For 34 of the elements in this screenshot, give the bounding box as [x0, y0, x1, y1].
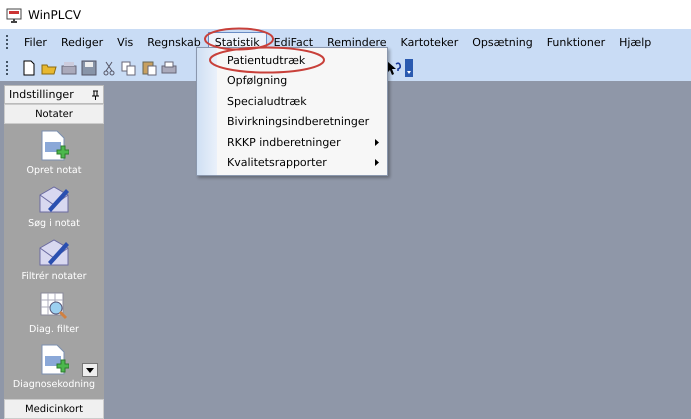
menu-item[interactable]: Funktioner [540, 32, 612, 52]
dropdown-item[interactable]: Patientudtræk [217, 50, 387, 70]
section-header[interactable]: Notater [4, 104, 104, 124]
scroll-down-button[interactable] [82, 363, 98, 377]
dropdown-item[interactable]: Opfølgning [217, 70, 387, 91]
copy-icon[interactable] [121, 60, 137, 76]
monitor-icon [6, 8, 22, 22]
grid-magnifier-icon [38, 291, 69, 321]
cut-icon[interactable] [101, 60, 117, 76]
menu-item[interactable]: Kartoteker [394, 32, 466, 52]
new-file-icon[interactable] [21, 60, 37, 76]
envelope-pen-icon [38, 185, 70, 215]
document-plus-icon [39, 344, 69, 376]
printer-icon[interactable] [161, 60, 177, 76]
menu-item[interactable]: Rediger [54, 32, 110, 52]
save-icon[interactable] [81, 60, 97, 76]
panel-title: Indstillinger [9, 88, 74, 101]
pin-icon[interactable] [92, 90, 99, 100]
dropdown-item[interactable]: Specialudtræk [217, 91, 387, 112]
menu-item[interactable]: Opsætning [465, 32, 540, 52]
menu-item[interactable]: Vis [110, 32, 140, 52]
menu-item[interactable]: Hjælp [612, 32, 658, 52]
dropdown-item[interactable]: Bivirkningsindberetninger [217, 112, 387, 132]
envelope-pen-icon [38, 238, 70, 268]
document-plus-icon [39, 130, 69, 162]
dropdown-item[interactable]: RKKP indberetninger [217, 132, 387, 152]
dropdown-item[interactable]: Kvalitetsrapporter [217, 152, 387, 173]
section-header[interactable]: Medicinkort [4, 399, 104, 419]
fax-icon[interactable] [61, 60, 77, 76]
caret-down-icon [86, 368, 94, 372]
overflow-caret-icon[interactable] [405, 59, 413, 77]
window-title: WinPLCV [28, 8, 82, 22]
paste-icon[interactable] [141, 60, 157, 76]
menu-item[interactable]: Filer [17, 32, 54, 52]
